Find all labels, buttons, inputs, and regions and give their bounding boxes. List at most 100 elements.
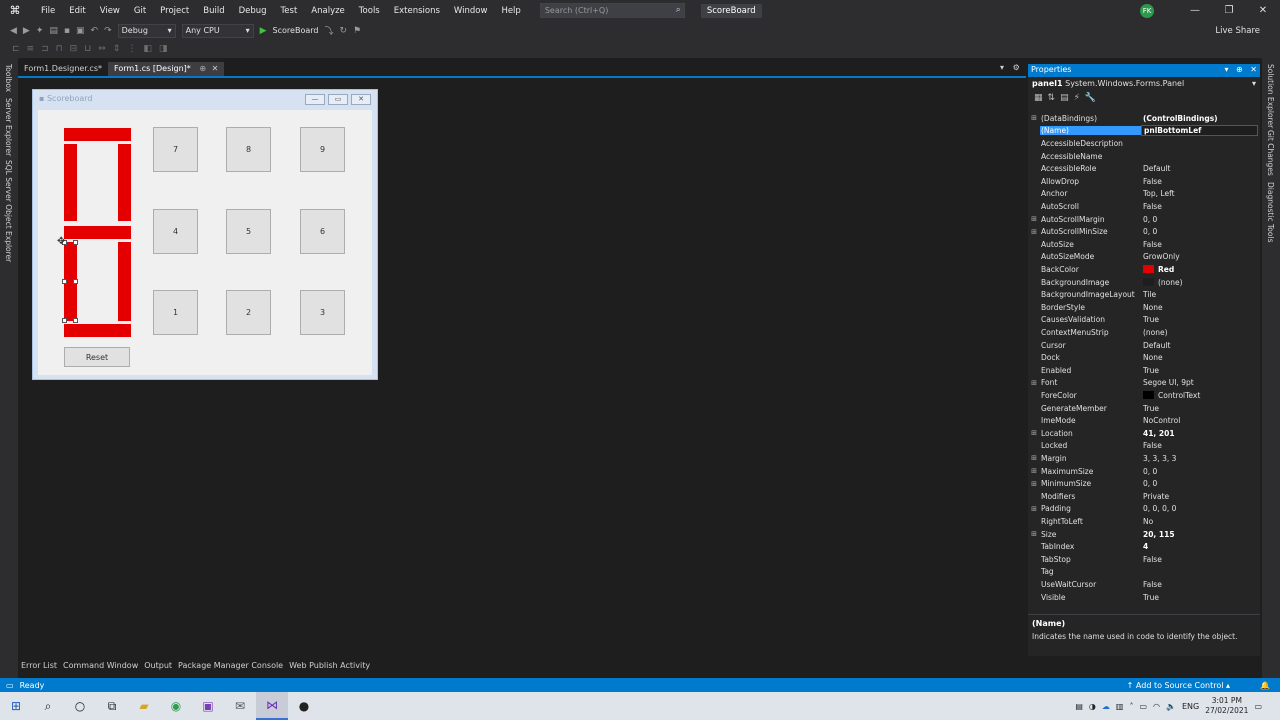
pin-icon[interactable]: ⊕ <box>1236 65 1243 74</box>
step-icon[interactable]: ⤵ <box>324 24 333 37</box>
tab-error-list[interactable]: Error List <box>18 659 60 675</box>
video-app-icon[interactable]: ▣ <box>192 692 224 720</box>
menu-analyze[interactable]: Analyze <box>304 6 352 16</box>
key-1-button[interactable]: 1 <box>153 290 198 335</box>
categorized-icon[interactable]: ▦ <box>1034 93 1043 106</box>
start-button[interactable]: ScoreBoard <box>273 26 319 35</box>
redo-icon[interactable]: ↷ <box>104 26 112 36</box>
property-row[interactable]: Modifiers Private <box>1028 490 1258 503</box>
expand-icon[interactable]: ⊞ <box>1028 429 1040 437</box>
property-value[interactable]: 20, 115 <box>1141 530 1258 539</box>
expand-icon[interactable]: ⊞ <box>1028 454 1040 462</box>
property-value[interactable]: False <box>1141 580 1258 589</box>
segment-middle[interactable] <box>64 226 131 239</box>
property-row[interactable]: Locked False <box>1028 440 1258 453</box>
form-maximize-button[interactable]: ▭ <box>328 94 348 105</box>
tray-app-icon[interactable]: ▤ <box>1075 702 1083 711</box>
property-pages-icon[interactable]: 🔧 <box>1085 93 1096 106</box>
language-indicator[interactable]: ENG <box>1182 702 1199 711</box>
tab-web-publish-activity[interactable]: Web Publish Activity <box>286 659 373 675</box>
restore-icon[interactable]: ❐ <box>1212 5 1246 16</box>
search-input[interactable]: Search (Ctrl+Q) ⌕ <box>539 3 685 18</box>
volume-icon[interactable]: 🔈 <box>1166 702 1176 711</box>
expand-icon[interactable]: ⊞ <box>1028 228 1040 236</box>
property-row[interactable]: ⊞ MaximumSize 0, 0 <box>1028 465 1258 478</box>
tab-form1-designer-cs[interactable]: Form1.Designer.cs* <box>18 62 108 76</box>
undo-icon[interactable]: ↶ <box>91 26 99 36</box>
forward-icon[interactable]: ▶ <box>23 26 30 36</box>
property-row[interactable]: ImeMode NoControl <box>1028 414 1258 427</box>
close-icon[interactable]: ✕ <box>212 64 219 73</box>
align-left-icon[interactable]: ⊏ <box>12 44 20 54</box>
notification-icon[interactable]: 🔔 <box>1260 681 1270 690</box>
obs-icon[interactable]: ● <box>288 692 320 720</box>
key-7-button[interactable]: 7 <box>153 127 198 172</box>
tab-command-window[interactable]: Command Window <box>60 659 141 675</box>
property-row[interactable]: ⊞ Size 20, 115 <box>1028 528 1258 541</box>
bring-front-icon[interactable]: ◧ <box>143 44 152 54</box>
menu-project[interactable]: Project <box>153 6 196 16</box>
toolbox-tab[interactable]: Toolbox <box>4 64 13 92</box>
wifi-icon[interactable]: ◠ <box>1153 702 1160 711</box>
property-row[interactable]: Cursor Default <box>1028 339 1258 352</box>
expand-icon[interactable]: ⊞ <box>1028 530 1040 538</box>
sql-server-object-explorer-tab[interactable]: SQL Server Object Explorer <box>4 160 13 262</box>
property-value[interactable]: NoControl <box>1141 416 1258 425</box>
form-close-button[interactable]: ✕ <box>351 94 371 105</box>
menu-help[interactable]: Help <box>494 6 527 16</box>
key-4-button[interactable]: 4 <box>153 209 198 254</box>
same-width-icon[interactable]: ⇔ <box>98 44 106 54</box>
chrome-icon[interactable]: ◉ <box>160 692 192 720</box>
save-all-icon[interactable]: ▣ <box>76 26 85 36</box>
property-value[interactable]: Default <box>1141 164 1258 173</box>
tab-list-icon[interactable]: ▾ <box>1000 63 1004 72</box>
property-row[interactable]: ⊞ Padding 0, 0, 0, 0 <box>1028 503 1258 516</box>
property-row[interactable]: BorderStyle None <box>1028 301 1258 314</box>
menu-tools[interactable]: Tools <box>352 6 387 16</box>
mail-icon[interactable]: ✉ <box>224 692 256 720</box>
resize-handle[interactable] <box>73 279 78 284</box>
menu-debug[interactable]: Debug <box>232 6 274 16</box>
property-row[interactable]: UseWaitCursor False <box>1028 578 1258 591</box>
property-row[interactable]: TabIndex 4 <box>1028 540 1258 553</box>
menu-view[interactable]: View <box>93 6 127 16</box>
property-row[interactable]: ⊞ MinimumSize 0, 0 <box>1028 477 1258 490</box>
move-handle-icon[interactable]: ✥ <box>57 236 65 247</box>
key-9-button[interactable]: 9 <box>300 127 345 172</box>
battery-icon[interactable]: ▭ <box>1139 702 1147 711</box>
property-name-input[interactable]: pnlBottomLef <box>1141 125 1258 137</box>
property-value[interactable]: True <box>1141 593 1258 602</box>
property-value[interactable]: No <box>1141 517 1258 526</box>
add-to-source-control-button[interactable]: ↑ Add to Source Control ▴ <box>1127 681 1230 690</box>
settings-icon[interactable]: ⚙ <box>1013 63 1020 72</box>
close-icon[interactable]: ✕ <box>1250 65 1257 74</box>
resize-handle[interactable] <box>62 279 67 284</box>
object-selector[interactable]: panel1 System.Windows.Forms.Panel ▾ <box>1028 77 1260 91</box>
menu-build[interactable]: Build <box>196 6 231 16</box>
menu-edit[interactable]: Edit <box>62 6 92 16</box>
align-right-icon[interactable]: ⊐ <box>41 44 49 54</box>
notification-center-icon[interactable]: ▭ <box>1254 702 1262 711</box>
property-row[interactable]: ForeColor ControlText <box>1028 389 1258 402</box>
send-back-icon[interactable]: ◨ <box>159 44 168 54</box>
property-row[interactable]: (Name) pnlBottomLef <box>1028 125 1258 138</box>
menu-window[interactable]: Window <box>447 6 495 16</box>
property-row[interactable]: Enabled True <box>1028 364 1258 377</box>
menu-extensions[interactable]: Extensions <box>387 6 447 16</box>
pin-icon[interactable]: ⊕ <box>199 64 206 73</box>
property-row[interactable]: BackgroundImageLayout Tile <box>1028 288 1258 301</box>
property-value[interactable]: (none) <box>1141 278 1258 287</box>
expand-icon[interactable]: ⊞ <box>1028 480 1040 488</box>
property-row[interactable]: AccessibleDescription <box>1028 137 1258 150</box>
property-row[interactable]: AllowDrop False <box>1028 175 1258 188</box>
reset-button[interactable]: Reset <box>64 347 130 367</box>
property-value[interactable]: GrowOnly <box>1141 252 1258 261</box>
property-value[interactable]: (ControlBindings) <box>1141 114 1258 123</box>
save-icon[interactable]: ▪ <box>64 26 70 36</box>
property-row[interactable]: ⊞ AutoScrollMargin 0, 0 <box>1028 213 1258 226</box>
property-row[interactable]: ContextMenuStrip (none) <box>1028 326 1258 339</box>
property-row[interactable]: BackgroundImage (none) <box>1028 276 1258 289</box>
form-minimize-button[interactable]: — <box>305 94 325 105</box>
back-icon[interactable]: ◀ <box>10 26 17 36</box>
segment-top-left[interactable] <box>64 144 77 221</box>
